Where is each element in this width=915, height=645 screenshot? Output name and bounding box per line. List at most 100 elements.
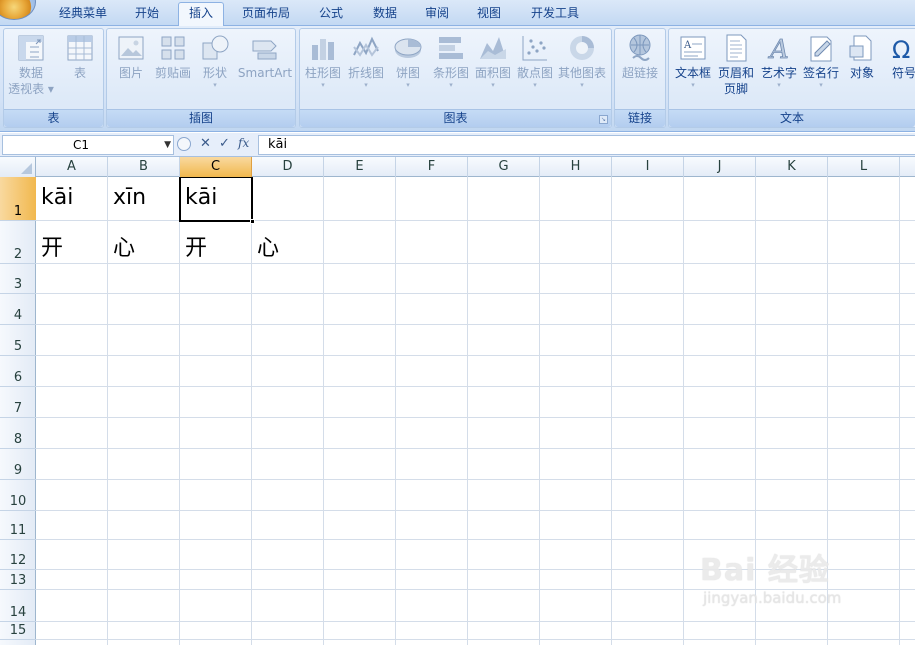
formula-input[interactable]: kāi [258,135,915,155]
column-header-g[interactable]: G [468,157,540,177]
text-group-label: 文本 [669,109,915,127]
tab-insert[interactable]: 插入 [178,2,224,26]
header-footer-icon [726,34,747,62]
chevron-down-icon[interactable]: ▼ [164,136,171,154]
cell-b1[interactable]: xīn [113,185,146,210]
pie-chart-button[interactable]: 饼图 ▾ [388,33,428,89]
column-header-a[interactable]: A [36,157,108,177]
table-button[interactable]: 表 [58,33,102,81]
column-header-d[interactable]: D [252,157,324,177]
column-header-k[interactable]: K [756,157,828,177]
column-header-c[interactable]: C [180,157,252,177]
column-header-h[interactable]: H [540,157,612,177]
gridline-horizontal [36,639,915,640]
tab-review[interactable]: 审阅 [414,3,460,26]
column-chart-button[interactable]: 柱形图 ▾ [302,33,344,89]
gridline-vertical [683,177,684,645]
header-footer-button[interactable]: 页眉和 页脚 [714,33,758,97]
picture-icon [118,36,144,60]
select-all-corner[interactable] [0,157,36,177]
row-number: 2 [13,247,23,262]
row-header-12[interactable]: 12 [0,540,36,570]
expand-handle-icon[interactable] [177,137,191,151]
cell-grid[interactable]: kāi xīn kāi 开 心 开 心 [36,177,915,645]
cell-a2[interactable]: 开 [41,230,63,262]
row-header-3[interactable]: 3 [0,264,36,294]
tab-developer[interactable]: 开发工具 [520,3,590,26]
ribbon-group-illustrations: 图片 剪贴画 形状 ▾ SmartArt 插图 [106,28,296,128]
row-header-8[interactable]: 8 [0,418,36,449]
row-header-10[interactable]: 10 [0,480,36,511]
name-box[interactable]: C1 ▼ [2,135,174,155]
column-header-j[interactable]: J [684,157,756,177]
tab-formulas[interactable]: 公式 [308,3,354,26]
row-header-5[interactable]: 5 [0,325,36,356]
column-header-f[interactable]: F [396,157,468,177]
omega-icon: Ω [892,36,910,63]
row-header-14[interactable]: 14 [0,590,36,622]
name-box-value: C1 [73,138,90,152]
cell-c1[interactable]: kāi [185,185,217,210]
row-header-6[interactable]: 6 [0,356,36,387]
insert-function-icon[interactable]: fx [238,136,249,150]
tab-view[interactable]: 视图 [466,3,512,26]
object-button[interactable]: 对象 [842,33,882,81]
picture-button[interactable]: 图片 [111,33,151,81]
tab-classic-menu[interactable]: 经典菜单 [46,3,120,26]
gridline-vertical [899,177,900,645]
tab-data[interactable]: 数据 [362,3,408,26]
svg-text:A: A [683,40,692,51]
row-header-4[interactable]: 4 [0,294,36,325]
tab-home[interactable]: 开始 [124,3,170,26]
charts-dialog-launcher[interactable]: ↘ [599,115,608,124]
tab-page-layout[interactable]: 页面布局 [232,3,300,26]
doughnut-chart-icon [570,36,594,60]
picture-label: 图片 [118,66,143,80]
row-header-7[interactable]: 7 [0,387,36,418]
smartart-icon [252,40,277,60]
bar-chart-button[interactable]: 条形图 ▾ [429,33,473,89]
row-number: 15 [9,623,27,638]
row-number: 7 [13,401,23,416]
cell-a1[interactable]: kāi [41,185,73,210]
object-label: 对象 [849,66,874,80]
row-number: 5 [13,339,23,354]
column-header-i[interactable]: I [612,157,684,177]
cell-c2[interactable]: 开 [185,230,207,262]
clipart-button[interactable]: 剪贴画 [151,33,195,81]
row-number: 14 [9,605,27,620]
column-header-e[interactable]: E [324,157,396,177]
cell-b2[interactable]: 心 [113,230,135,262]
shapes-dropdown-arrow: ▾ [213,81,217,89]
cancel-icon[interactable]: ✕ [200,136,211,151]
hyperlink-button[interactable]: 超链接 [617,33,663,81]
enter-check-icon[interactable]: ✓ [219,136,230,151]
pivot-table-button[interactable]: 数据 透视表 ▾ [6,33,56,97]
symbol-button[interactable]: Ω 符号 [882,33,915,81]
column-header-b[interactable]: B [108,157,180,177]
signature-line-button[interactable]: 签名行 ▾ [799,33,843,89]
cell-d2[interactable]: 心 [257,230,279,262]
gridline-vertical [755,177,756,645]
other-charts-button[interactable]: 其他图表 ▾ [556,33,608,89]
gridline-horizontal [36,510,915,511]
smartart-button[interactable]: SmartArt [235,33,295,81]
row-header-1[interactable]: 1 [0,177,36,221]
wordart-button[interactable]: A 艺术字 ▾ [757,33,801,89]
gridline-vertical [395,177,396,645]
textbox-button[interactable]: A 文本框 ▾ [671,33,715,89]
area-chart-button[interactable]: 面积图 ▾ [472,33,514,89]
shapes-button[interactable]: 形状 ▾ [195,33,235,89]
row-header-13[interactable]: 13 [0,570,36,590]
row-header-15[interactable]: 15 [0,622,36,640]
bar-chart-label: 条形图 [432,66,469,80]
office-button[interactable] [0,0,36,20]
row-header-2[interactable]: 2 [0,221,36,264]
column-header-l[interactable]: L [828,157,900,177]
scatter-chart-button[interactable]: 散点图 ▾ [514,33,556,89]
line-chart-label: 折线图 [347,66,384,80]
row-number: 6 [13,370,23,385]
row-header-9[interactable]: 9 [0,449,36,480]
row-header-11[interactable]: 11 [0,511,36,540]
line-chart-button[interactable]: 折线图 ▾ [345,33,387,89]
